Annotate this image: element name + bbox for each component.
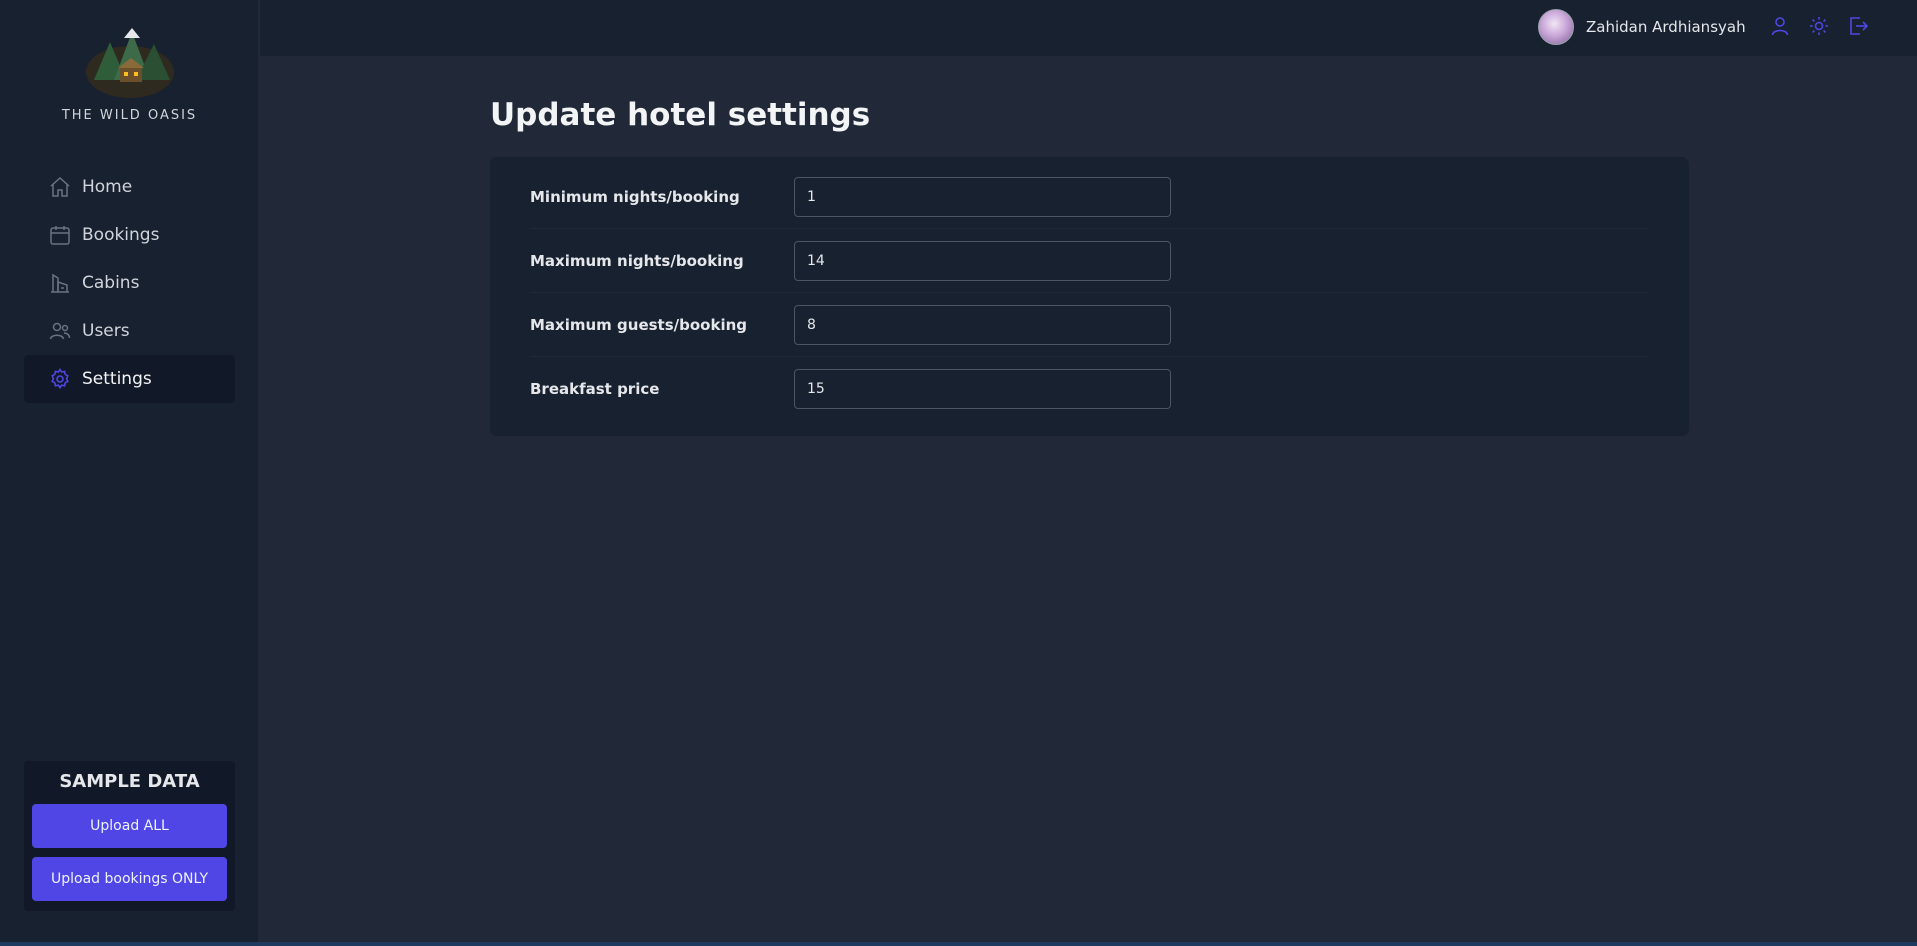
sun-icon[interactable] (1807, 14, 1831, 38)
form-row: Minimum nights/booking (530, 165, 1649, 229)
main-nav: Home Bookings Cabins Users Settings (24, 163, 235, 403)
user-icon[interactable] (1768, 14, 1792, 38)
sample-data-title: SAMPLE DATA (59, 771, 200, 792)
nav-item-users[interactable]: Users (24, 307, 235, 355)
max-nights-input[interactable] (794, 240, 1171, 281)
field-label-max-guests: Maximum guests/booking (530, 315, 748, 334)
nav-item-home[interactable]: Home (24, 163, 235, 211)
sample-data-panel: SAMPLE DATA Upload ALL Upload bookings O… (24, 761, 235, 911)
nav-label-bookings: Bookings (82, 225, 160, 245)
upload-all-button[interactable]: Upload ALL (32, 804, 227, 848)
form-row: Maximum nights/booking (530, 229, 1649, 293)
page-title: Update hotel settings (490, 97, 871, 133)
field-label-breakfast-price: Breakfast price (530, 380, 660, 398)
logout-icon[interactable] (1846, 14, 1870, 38)
form-row: Breakfast price (530, 357, 1649, 421)
nav-item-cabins[interactable]: Cabins (24, 259, 235, 307)
max-guests-input[interactable] (794, 304, 1171, 345)
field-label-min-nights: Minimum nights/booking (530, 187, 740, 206)
nav-label-home: Home (82, 177, 133, 197)
users-icon (48, 319, 72, 343)
upload-bookings-button[interactable]: Upload bookings ONLY (32, 857, 227, 901)
nav-item-bookings[interactable]: Bookings (24, 211, 235, 259)
field-label-max-nights: Maximum nights/booking (530, 251, 744, 270)
gear-icon (48, 367, 72, 391)
user-name: Zahidan Ardhiansyah (1586, 18, 1746, 36)
nav-label-settings: Settings (82, 369, 152, 389)
brand-name: THE WILD OASIS (61, 108, 198, 123)
user-info: Zahidan Ardhiansyah (1538, 9, 1746, 45)
logo (84, 24, 176, 100)
sidebar: THE WILD OASIS Home Bookings Cabins User… (0, 0, 259, 942)
building-icon (48, 271, 72, 295)
nav-item-settings[interactable]: Settings (24, 355, 235, 403)
calendar-icon (48, 223, 72, 247)
nav-label-users: Users (82, 321, 130, 341)
nav-label-cabins: Cabins (82, 273, 140, 293)
avatar (1538, 9, 1574, 45)
min-nights-input[interactable] (794, 176, 1171, 217)
home-icon (48, 175, 72, 199)
bottom-edge (0, 942, 1917, 946)
breakfast-price-input[interactable] (794, 369, 1171, 409)
form-row: Maximum guests/booking (530, 293, 1649, 357)
header: Zahidan Ardhiansyah (260, 0, 1917, 56)
settings-form: Minimum nights/booking Maximum nights/bo… (490, 157, 1689, 436)
